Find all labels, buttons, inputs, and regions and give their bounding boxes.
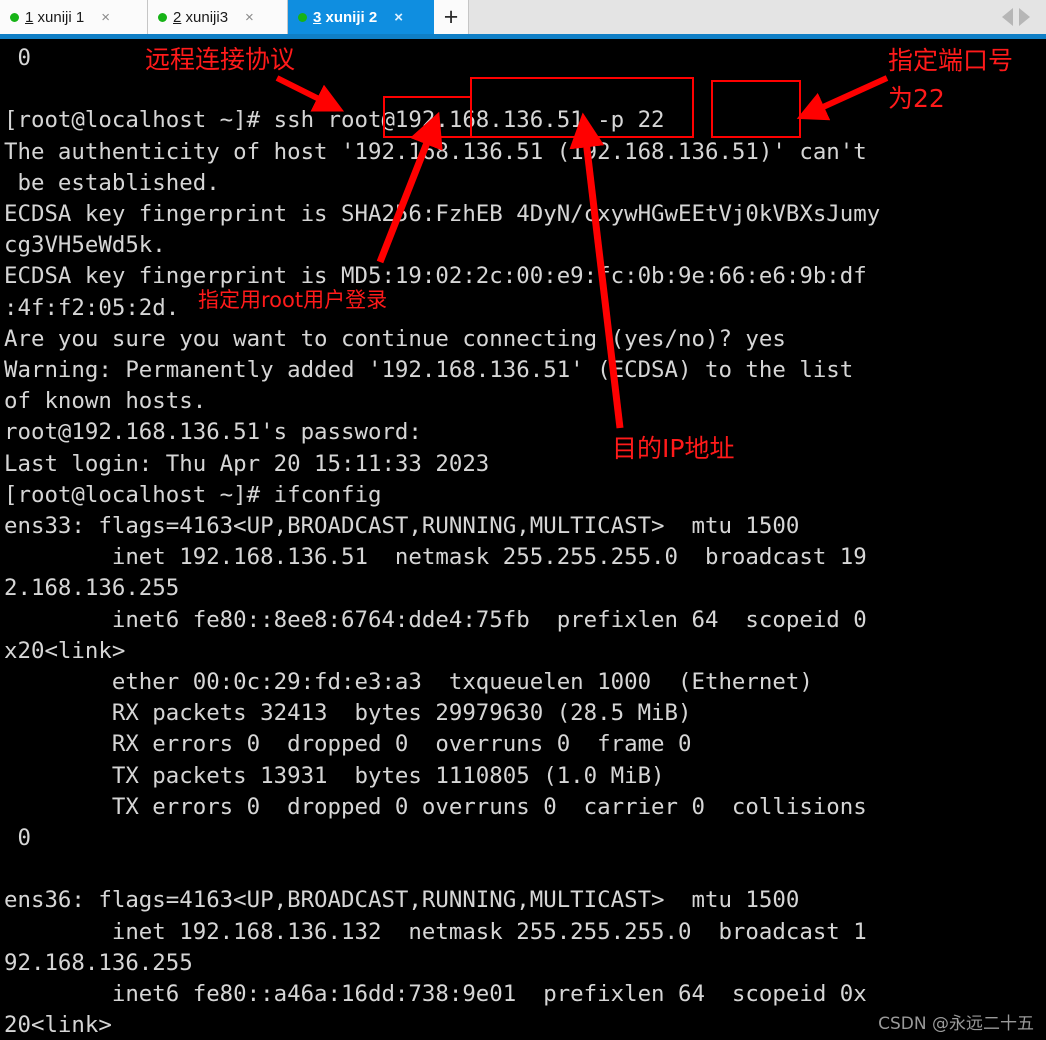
tab-title: xuniji 1 bbox=[33, 8, 85, 26]
terminal-output: 0 [root@localhost ~]# ssh root@192.168.1… bbox=[4, 45, 881, 1039]
tab-label: 1 xuniji 1 bbox=[25, 9, 84, 26]
terminal-screen[interactable]: 0 [root@localhost ~]# ssh root@192.168.1… bbox=[0, 39, 1046, 1040]
tab-label: 3 xuniji 2 bbox=[313, 9, 377, 26]
watermark: CSDN @永远二十五 bbox=[878, 1014, 1034, 1034]
tab-xuniji3[interactable]: 2 xuniji3 × bbox=[148, 0, 288, 34]
tab-bar: 1 xuniji 1 × 2 xuniji3 × 3 xuniji 2 × + bbox=[0, 0, 1046, 34]
close-icon[interactable]: × bbox=[98, 10, 113, 25]
status-dot-icon bbox=[298, 12, 307, 22]
status-dot-icon bbox=[10, 12, 19, 22]
tab-xuniji-1[interactable]: 1 xuniji 1 × bbox=[0, 0, 148, 34]
tab-bar-filler bbox=[469, 0, 1002, 34]
tab-title: xuniji 2 bbox=[321, 8, 378, 26]
close-icon[interactable]: × bbox=[242, 10, 257, 25]
triangle-left-icon[interactable] bbox=[1002, 8, 1013, 26]
terminal-window: 1 xuniji 1 × 2 xuniji3 × 3 xuniji 2 × + … bbox=[0, 0, 1046, 1040]
tab-nav-arrows bbox=[1002, 0, 1046, 34]
tab-title: xuniji3 bbox=[181, 8, 229, 26]
tab-label: 2 xuniji3 bbox=[173, 9, 228, 26]
triangle-right-icon[interactable] bbox=[1019, 8, 1030, 26]
close-icon[interactable]: × bbox=[391, 10, 406, 25]
status-dot-icon bbox=[158, 12, 167, 22]
tab-xuniji-2[interactable]: 3 xuniji 2 × bbox=[288, 0, 434, 34]
new-tab-button[interactable]: + bbox=[434, 0, 469, 34]
